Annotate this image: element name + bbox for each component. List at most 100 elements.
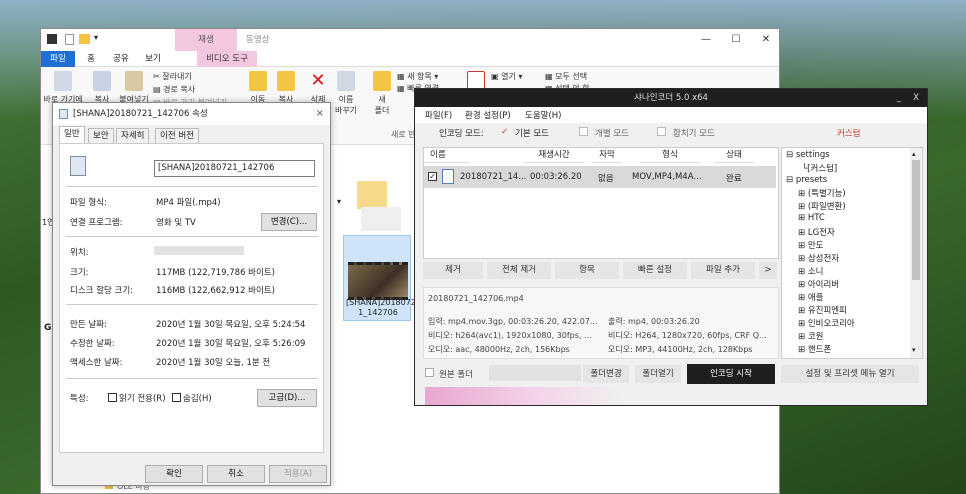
- mode-basic-label[interactable]: 기본 모드: [515, 127, 549, 139]
- tree-scrollbar[interactable]: ▴ ▾: [910, 148, 922, 358]
- tree-node[interactable]: ⊞ 코원: [798, 330, 823, 342]
- column-status[interactable]: 상태: [714, 148, 754, 163]
- scroll-down-icon[interactable]: ▾: [912, 346, 916, 354]
- apply-button[interactable]: 적용(A): [269, 465, 327, 483]
- mode-individual-checkbox[interactable]: [579, 127, 590, 138]
- mode-merge-label[interactable]: 합치기 모드: [673, 127, 715, 139]
- minimize-button[interactable]: —: [691, 29, 721, 51]
- tree-node[interactable]: ⊞ 만도: [798, 239, 823, 251]
- tree-node[interactable]: ⊞ (특별기능): [798, 187, 846, 199]
- tree-node[interactable]: ⊞ HTC: [798, 213, 825, 223]
- source-folder-checkbox[interactable]: [425, 368, 436, 379]
- tree-node[interactable]: ⊞ (파일변환): [798, 200, 846, 212]
- rename-label-2: 바꾸기: [334, 106, 358, 115]
- readonly-checkbox[interactable]: 읽기 전용(R): [108, 392, 166, 404]
- tree-node[interactable]: ⊞ 핸드폰: [798, 343, 831, 355]
- table-row[interactable]: ✓ 20180721_14... 00:03:26.20 없음 MOV,MP4,…: [424, 166, 776, 188]
- new-folder-button[interactable]: 새 폴더: [371, 71, 393, 116]
- quick-access-dropdown-icon[interactable]: ▾: [94, 33, 98, 42]
- column-name[interactable]: 이름: [424, 148, 470, 163]
- hidden-check-box[interactable]: [172, 393, 181, 402]
- remove-all-button[interactable]: 전체 제거: [487, 262, 551, 279]
- mode-merge-checkbox[interactable]: [657, 127, 668, 138]
- info-filename: 20180721_142706.mp4: [428, 294, 524, 303]
- paste-button[interactable]: 붙여넣기: [117, 71, 151, 105]
- folder-icon[interactable]: [79, 34, 90, 44]
- item-button[interactable]: 항목: [555, 262, 619, 279]
- menu-file[interactable]: 파일(F): [425, 109, 452, 121]
- mode-individual-label[interactable]: 개별 모드: [595, 127, 629, 139]
- custom-preset-label[interactable]: 커스텀: [837, 127, 860, 139]
- tree-node[interactable]: ⊞ 유진피엔피: [798, 304, 847, 316]
- folder-thumbnail[interactable]: [357, 181, 387, 209]
- menu-settings[interactable]: 환경 설정(P): [465, 109, 511, 121]
- select-all-button[interactable]: ▦ 모두 선택: [545, 71, 587, 82]
- close-icon[interactable]: ×: [316, 103, 324, 125]
- context-tab-play[interactable]: 재생: [175, 29, 237, 51]
- hidden-checkbox[interactable]: 숨김(H): [172, 392, 212, 404]
- settings-preset-menu-button[interactable]: 설정 및 프리셋 메뉴 열기: [781, 365, 919, 383]
- tab-previous-versions[interactable]: 이전 버전: [155, 128, 199, 143]
- change-button[interactable]: 변경(C)...: [261, 213, 317, 231]
- tab-security[interactable]: 보안: [88, 128, 114, 143]
- tree-node-settings[interactable]: ⊟ settings: [786, 150, 830, 160]
- tab-file[interactable]: 파일: [41, 51, 75, 67]
- delete-button[interactable]: ✕ 삭제: [307, 71, 329, 105]
- move-button[interactable]: 이동: [247, 71, 269, 105]
- close-button[interactable]: ✕: [751, 29, 781, 51]
- quick-settings-button[interactable]: 빠른 설정: [623, 262, 687, 279]
- more-button[interactable]: >: [759, 262, 777, 279]
- minimize-icon[interactable]: _: [897, 89, 901, 107]
- rename-button[interactable]: 이름 바꾸기: [333, 71, 359, 116]
- scroll-thumb[interactable]: [912, 160, 920, 280]
- move-icon: [249, 71, 267, 91]
- tree-node-custom[interactable]: └[커스텀]: [802, 162, 837, 174]
- readonly-check-box[interactable]: [108, 393, 117, 402]
- tree-node[interactable]: ⊞ 애플: [798, 291, 823, 303]
- tab-general[interactable]: 일반: [59, 126, 85, 143]
- tab-view[interactable]: 보기: [141, 51, 165, 67]
- filename-field[interactable]: [SHANA]20180721_142706: [154, 160, 315, 177]
- remove-button[interactable]: 제거: [423, 262, 483, 279]
- tab-video-tools[interactable]: 비디오 도구: [197, 51, 257, 67]
- advanced-button[interactable]: 고급(D)...: [257, 389, 317, 407]
- video-file-item[interactable]: [SHANA]2018072 1_142706: [343, 235, 416, 321]
- pin-button[interactable]: 바로 가기에: [43, 71, 83, 105]
- copy-to-button[interactable]: 복사: [275, 71, 297, 105]
- ok-button[interactable]: 확인: [145, 465, 203, 483]
- column-format[interactable]: 형식: [640, 148, 700, 163]
- start-encoding-button[interactable]: 인코딩 시작: [687, 364, 775, 384]
- column-duration[interactable]: 재생시간: [524, 148, 584, 163]
- new-item-button[interactable]: ▦ 새 항목 ▾: [397, 71, 438, 82]
- tree-node-presets[interactable]: ⊟ presets: [786, 175, 827, 185]
- cancel-button[interactable]: 취소: [207, 465, 265, 483]
- tree-node[interactable]: ⊞ 인비오코리아: [798, 317, 855, 329]
- maximize-button[interactable]: ☐: [721, 29, 751, 51]
- tree-node[interactable]: ⊞ 소니: [798, 265, 823, 277]
- mode-basic-check-icon[interactable]: ✓: [501, 127, 508, 137]
- individual-check-box[interactable]: [579, 127, 588, 136]
- scroll-up-icon[interactable]: ▴: [912, 150, 916, 158]
- tree-node[interactable]: ⊞ 아이리버: [798, 278, 839, 290]
- menu-help[interactable]: 도움말(H): [525, 109, 561, 121]
- tab-home[interactable]: 홈: [81, 51, 101, 67]
- output-path-field[interactable]: [489, 365, 581, 381]
- tree-node[interactable]: ⊞ LG전자: [798, 226, 835, 238]
- cut-button[interactable]: ✂ 잘라내기: [153, 71, 192, 82]
- merge-check-box[interactable]: [657, 127, 666, 136]
- close-icon[interactable]: X: [913, 89, 919, 107]
- column-subtitle[interactable]: 자막: [592, 148, 622, 163]
- change-folder-button[interactable]: 폴더변경: [583, 365, 629, 383]
- open-folder-button[interactable]: 폴더열기: [635, 365, 681, 383]
- properties-icon[interactable]: [65, 34, 74, 45]
- tree-node[interactable]: ⊞ 삼성전자: [798, 252, 839, 264]
- add-file-button[interactable]: 파일 추가: [691, 262, 755, 279]
- source-folder-check-box[interactable]: [425, 368, 434, 377]
- copy-button[interactable]: 복사: [89, 71, 115, 105]
- open-button[interactable]: ▣ 열기 ▾: [491, 71, 522, 82]
- tab-share[interactable]: 공유: [109, 51, 133, 67]
- tab-details[interactable]: 자세히: [116, 128, 150, 143]
- copy-path-button[interactable]: ▤ 경로 복사: [153, 84, 195, 95]
- nav-label-2[interactable]: G: [44, 323, 51, 333]
- row-checkbox[interactable]: ✓: [428, 172, 437, 181]
